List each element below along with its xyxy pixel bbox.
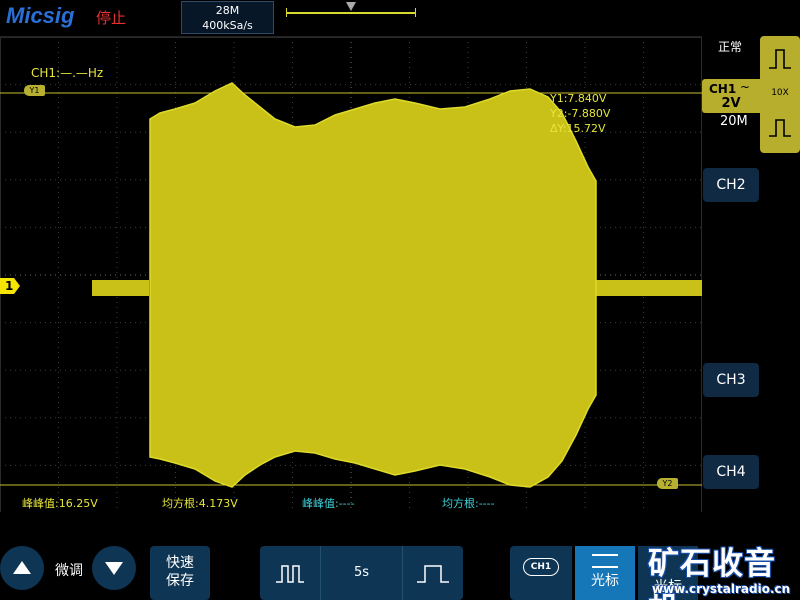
ch1-frequency-readout: CH1:—.—Hz [31, 66, 104, 80]
idle-trace-right [596, 280, 702, 296]
measurement-ch2-vpp[interactable]: 峰峰值:---- [302, 495, 355, 511]
measurement-ch1-vpp[interactable]: 峰峰值:16.25V [22, 495, 98, 511]
arrow-up-icon [13, 561, 31, 574]
ch1-signal-envelope [149, 82, 597, 488]
time-per-division: 5s [320, 546, 403, 600]
ch1-coupling-icon: ~ [740, 80, 751, 94]
falling-edge-icon[interactable] [765, 112, 795, 146]
ch3-button[interactable]: CH3 [703, 363, 759, 397]
acquisition-info[interactable]: 28M 400kSa/s [181, 1, 274, 34]
bottom-toolbar: 微调 快速 保存 5s CH1 光标 光标 [0, 512, 800, 600]
cursor-delta-value: ΔY:15.72V [550, 122, 606, 135]
memory-position-bar[interactable] [286, 8, 416, 17]
timebase-control: 5s [260, 546, 463, 600]
memory-depth: 28M [215, 4, 240, 17]
ch1-volts-per-div: 2V [721, 96, 741, 111]
sample-rate: 400kSa/s [202, 19, 253, 32]
fine-up-button[interactable] [0, 546, 44, 590]
probe-settings: 10X [760, 36, 800, 153]
quick-save-label-line2: 保存 [166, 573, 194, 589]
rising-edge-icon[interactable] [765, 42, 795, 76]
timebase-increase-button[interactable] [403, 546, 463, 600]
cursor-button[interactable]: 光标 [575, 546, 635, 600]
trigger-position-icon[interactable] [346, 2, 356, 11]
cursor-readout: Y1:7.840V Y2:-7.880V ΔY:15.72V [550, 91, 610, 136]
top-bar: Micsig 停止 28M 400kSa/s [0, 0, 800, 36]
quick-save-label-line1: 快速 [166, 555, 194, 571]
cursor-y2-tag[interactable]: Y2 [657, 478, 678, 489]
fine-adjust-label: 微调 [55, 563, 83, 579]
cursor-lines-icon [592, 554, 618, 568]
pulse-wide-icon [417, 565, 449, 583]
cursor-y2-value: Y2:-7.880V [550, 107, 611, 120]
channel-select-button[interactable]: CH1 [510, 546, 572, 600]
ch2-button[interactable]: CH2 [703, 168, 759, 202]
pulse-narrow-icon [276, 565, 304, 583]
fine-down-button[interactable] [92, 546, 136, 590]
channel-select-label: CH1 [523, 558, 559, 576]
run-stop-status[interactable]: 停止 [96, 7, 126, 28]
ch4-button[interactable]: CH4 [703, 455, 759, 489]
waveform-display[interactable]: Y1 Y2 1 CH1:—.—Hz Y1:7.840V Y2:-7.880V Δ… [0, 36, 702, 513]
brand-logo: Micsig [6, 3, 75, 28]
quick-save-button[interactable]: 快速 保存 [150, 546, 210, 600]
extra-button-label: 光标 [654, 579, 682, 595]
ch1-bandwidth-limit[interactable]: 20M [720, 114, 748, 129]
cursor-button-label: 光标 [591, 573, 619, 589]
measurement-ch1-rms[interactable]: 均方根:4.173V [162, 495, 238, 511]
ch1-name: CH1 [709, 82, 737, 96]
idle-trace-left [92, 280, 149, 296]
cursor-y1-tag[interactable]: Y1 [24, 85, 45, 96]
ch1-settings-button[interactable]: CH1 ~ 2V [702, 79, 760, 113]
extra-button[interactable]: 光标 [638, 546, 698, 600]
arrow-down-icon [105, 562, 123, 575]
cursor-y1-value: Y1:7.840V [550, 92, 607, 105]
measurement-ch2-rms[interactable]: 均方根:---- [442, 495, 495, 511]
channel-panel: 正常 10X CH1 ~ 2V 20M CH2 CH3 CH4 [702, 36, 800, 512]
probe-ratio[interactable]: 10X [760, 88, 800, 98]
acquisition-mode[interactable]: 正常 [718, 38, 742, 55]
timebase-decrease-button[interactable] [260, 546, 320, 600]
